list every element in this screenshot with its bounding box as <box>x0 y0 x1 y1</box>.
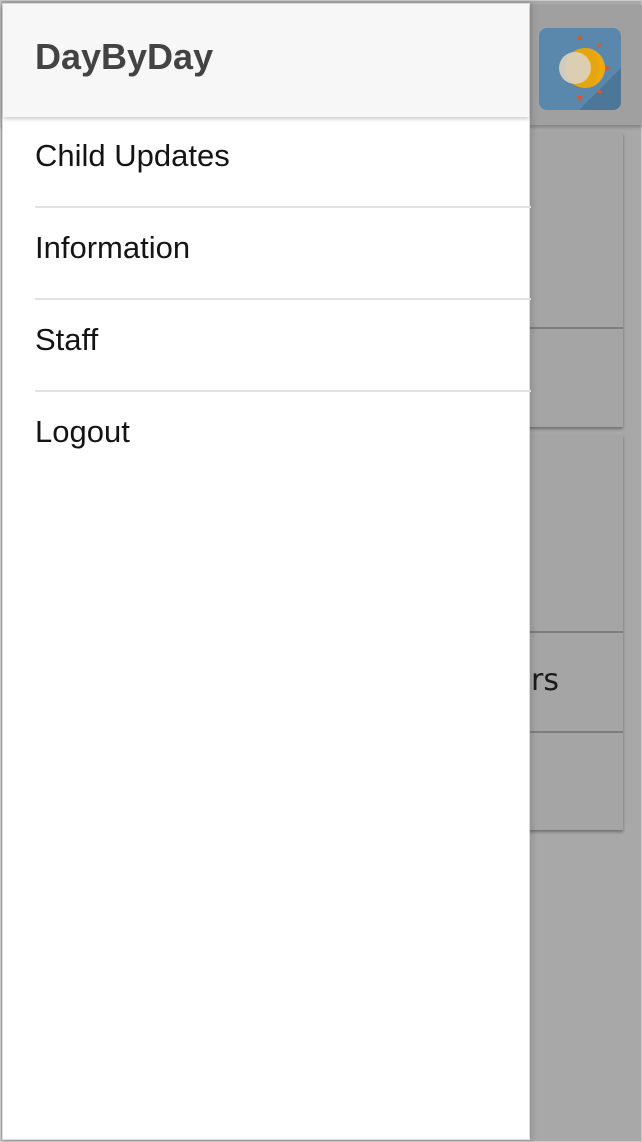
drawer-title: DayByDay <box>35 36 214 77</box>
sun-moon-icon <box>559 34 621 110</box>
menu-item-label: Logout <box>35 414 130 449</box>
menu-item-logout[interactable]: Logout <box>35 392 531 484</box>
background-card-text: rs <box>531 663 559 698</box>
menu-item-information[interactable]: Information <box>35 208 531 300</box>
menu-item-label: Child Updates <box>35 138 230 173</box>
navigation-drawer: DayByDay Child Updates Information Staff… <box>2 3 531 1140</box>
menu-item-label: Information <box>35 230 191 265</box>
menu-item-label: Staff <box>35 322 99 357</box>
drawer-header: DayByDay <box>3 4 529 117</box>
menu-item-child-updates[interactable]: Child Updates <box>35 116 531 208</box>
app-logo[interactable] <box>539 28 621 110</box>
menu-item-staff[interactable]: Staff <box>35 300 531 392</box>
